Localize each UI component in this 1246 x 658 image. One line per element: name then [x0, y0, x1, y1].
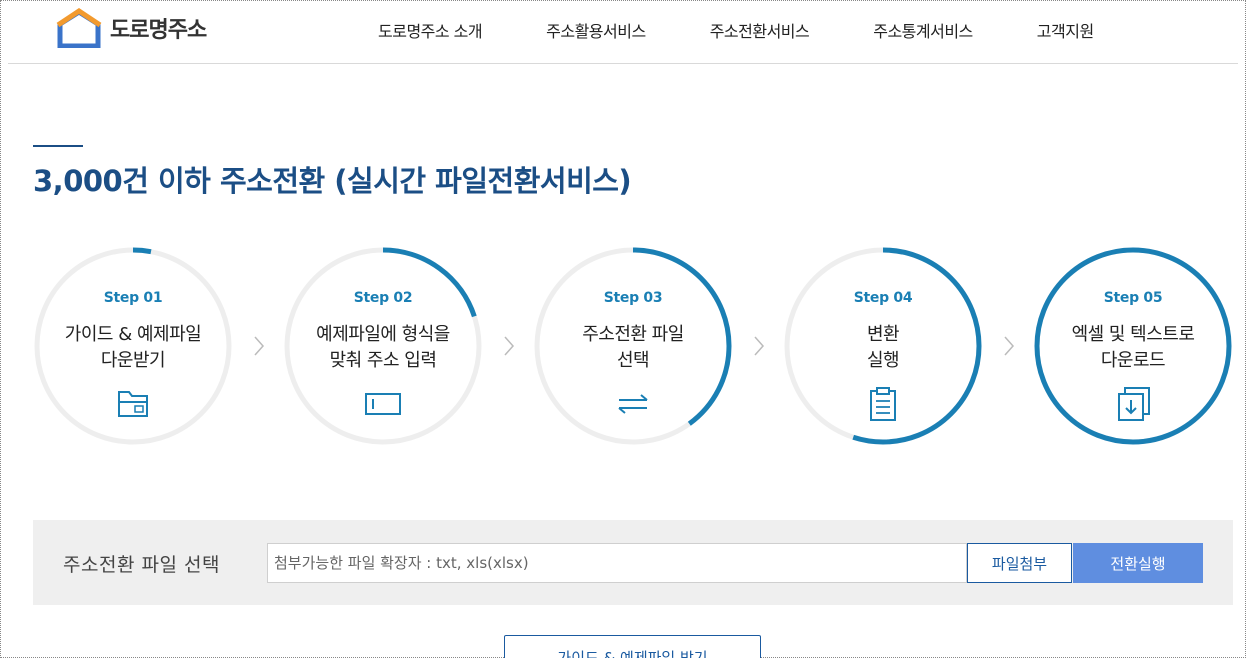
step-line-1: 변환	[866, 324, 900, 345]
step-1: Step 01 가이드 & 예제파일 다운받기	[33, 246, 233, 446]
file-select-label: 주소전환 파일 선택	[63, 554, 220, 576]
main-nav: 도로명주소 소개 주소활용서비스 주소전환서비스 주소통계서비스 고객지원	[378, 18, 1158, 42]
step-number: Step 04	[853, 290, 913, 306]
site-header: 도로명주소 도로명주소 소개 주소활용서비스 주소전환서비스 주소통계서비스 고…	[8, 0, 1238, 64]
page-title: 3,000건 이하 주소전환 (실시간 파일전환서비스)	[33, 164, 632, 198]
chevron-right-icon	[504, 336, 515, 356]
step-line-2: 선택	[616, 350, 650, 371]
step-4: Step 04 변환 실행	[783, 246, 983, 446]
nav-item-intro[interactable]: 도로명주소 소개	[378, 18, 483, 42]
logo-text: 도로명주소	[110, 18, 207, 43]
step-description: 변환 실행	[783, 322, 983, 374]
folder-icon	[118, 391, 148, 417]
house-logo-icon	[56, 8, 102, 48]
step-3: Step 03 주소전환 파일 선택	[533, 246, 733, 446]
step-number: Step 02	[353, 290, 413, 306]
nav-item-address-services[interactable]: 주소활용서비스	[546, 18, 646, 42]
input-box-icon	[365, 393, 401, 415]
download-file-icon	[1118, 387, 1150, 421]
step-line-2: 맞춰 주소 입력	[329, 350, 437, 371]
nav-item-support[interactable]: 고객지원	[1037, 18, 1094, 42]
steps-row: Step 01 가이드 & 예제파일 다운받기 Step 02 예제파일에 형식…	[33, 246, 1233, 450]
step-5: Step 05 엑셀 및 텍스트로 다운로드	[1033, 246, 1233, 446]
step-description: 가이드 & 예제파일 다운받기	[33, 322, 233, 374]
run-conversion-button[interactable]: 전환실행	[1073, 543, 1203, 583]
step-number: Step 01	[103, 290, 163, 306]
step-line-1: 엑셀 및 텍스트로	[1071, 324, 1195, 345]
step-description: 주소전환 파일 선택	[533, 322, 733, 374]
attach-file-button[interactable]: 파일첨부	[967, 543, 1072, 583]
chevron-right-icon	[254, 336, 265, 356]
step-number: Step 05	[1103, 290, 1163, 306]
step-description: 엑셀 및 텍스트로 다운로드	[1033, 322, 1233, 374]
logo[interactable]: 도로명주소	[56, 8, 207, 48]
file-select-panel: 주소전환 파일 선택 파일첨부 전환실행	[33, 520, 1233, 605]
step-2: Step 02 예제파일에 형식을 맞춰 주소 입력	[283, 246, 483, 446]
step-line-2: 다운받기	[100, 350, 166, 371]
step-line-2: 실행	[866, 350, 900, 371]
chevron-right-icon	[754, 336, 765, 356]
file-path-input[interactable]	[267, 543, 967, 583]
step-line-2: 다운로드	[1100, 350, 1166, 371]
step-number: Step 03	[603, 290, 663, 306]
clipboard-icon	[870, 387, 896, 421]
nav-item-statistics[interactable]: 주소통계서비스	[873, 18, 973, 42]
step-description: 예제파일에 형식을 맞춰 주소 입력	[283, 322, 483, 374]
step-line-1: 가이드 & 예제파일	[64, 324, 202, 345]
step-line-1: 예제파일에 형식을	[316, 324, 450, 345]
guide-download-button[interactable]: 가이드 & 예제파일 받기	[504, 635, 761, 658]
nav-item-conversion[interactable]: 주소전환서비스	[710, 18, 810, 42]
title-accent-bar	[33, 145, 83, 147]
step-line-1: 주소전환 파일	[582, 324, 684, 345]
chevron-right-icon	[1004, 336, 1015, 356]
swap-arrows-icon	[618, 394, 648, 414]
